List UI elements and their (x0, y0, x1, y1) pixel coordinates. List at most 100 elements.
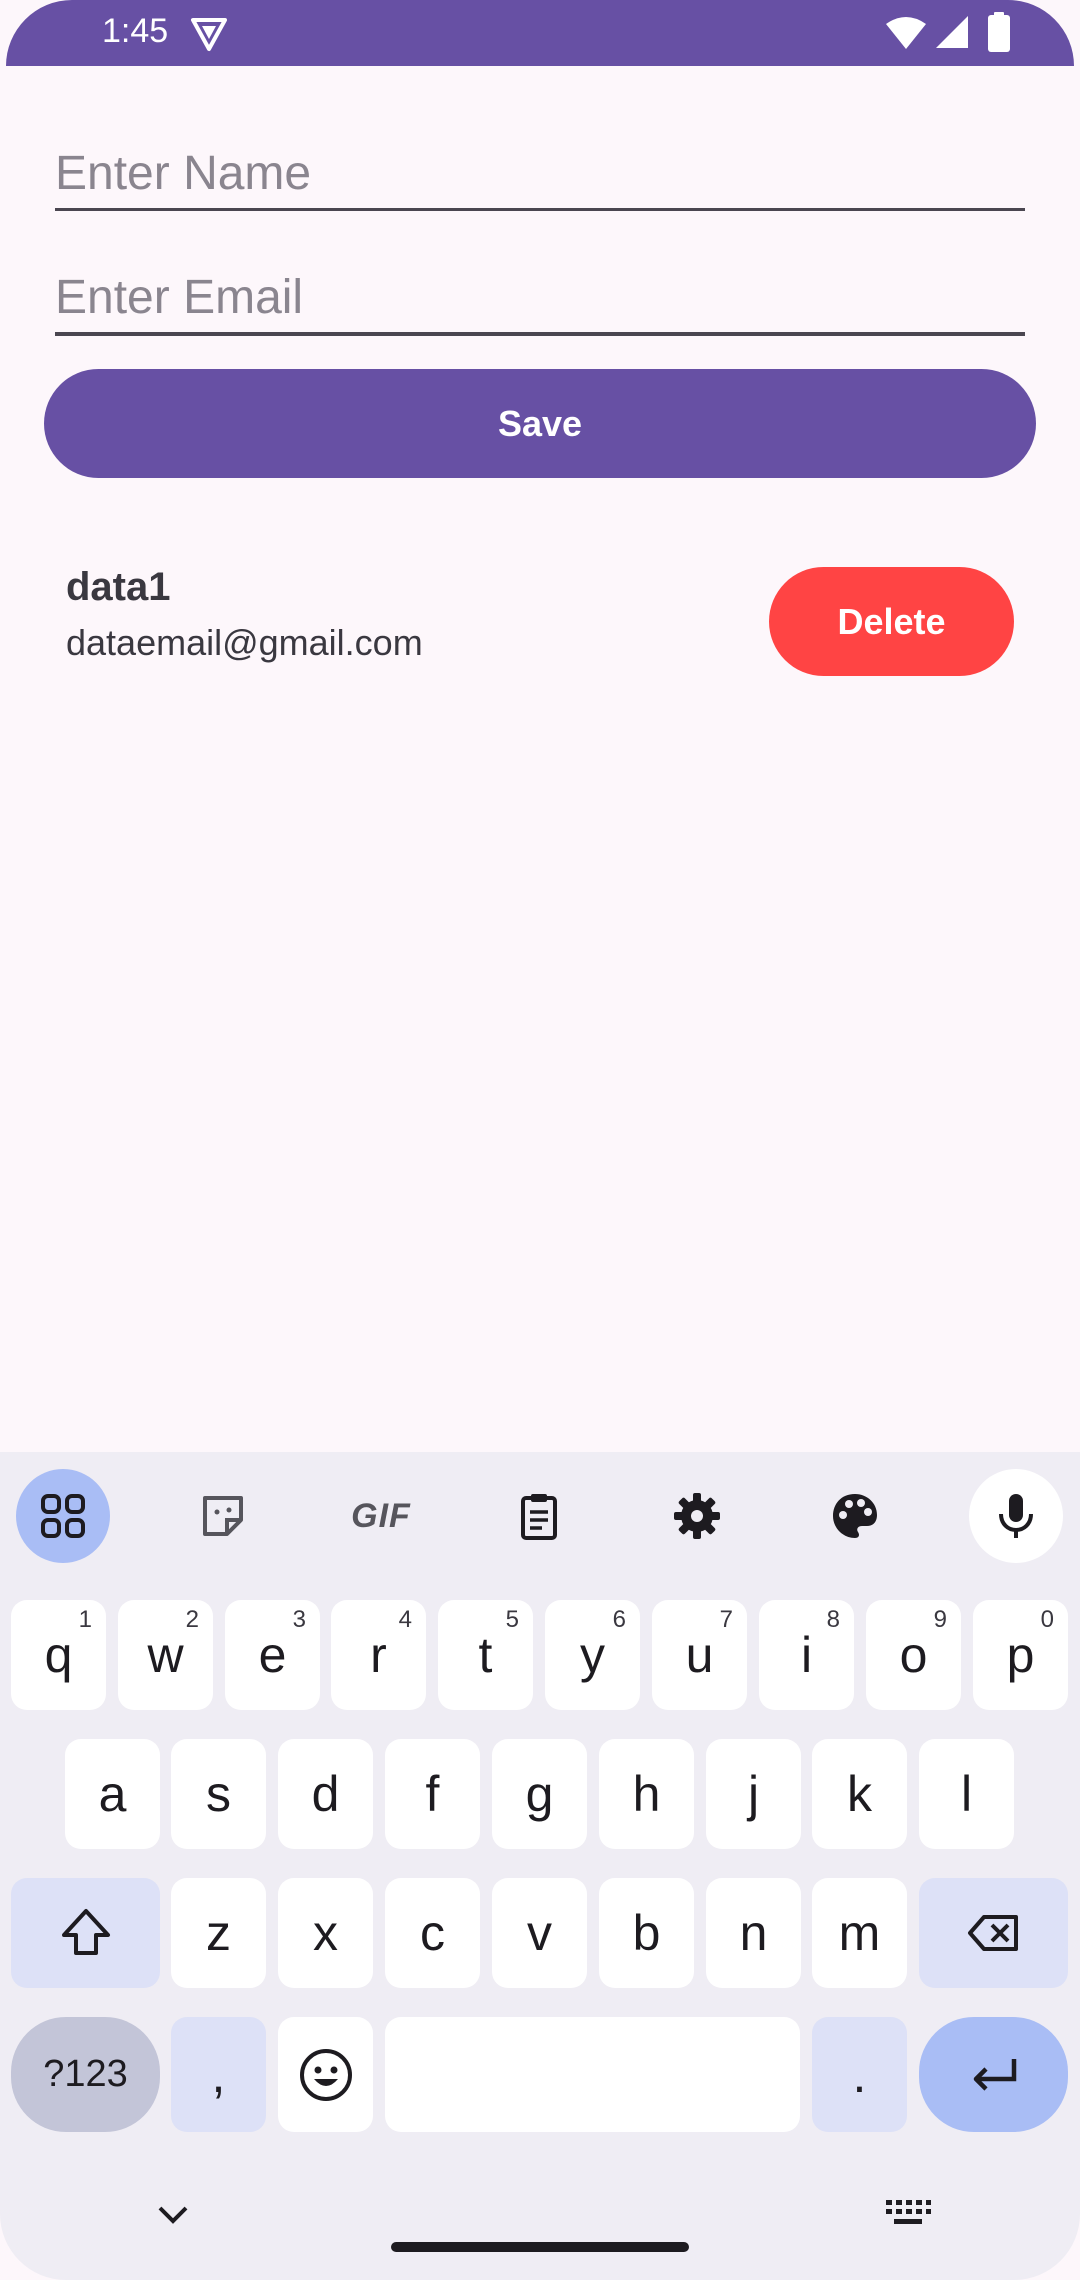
key-label: e (258, 1627, 287, 1683)
key-hint: 0 (1040, 1606, 1054, 1633)
key-e[interactable]: e3 (225, 1600, 320, 1710)
navigation-bar (0, 2150, 1080, 2280)
email-input[interactable] (55, 262, 1025, 332)
key-n[interactable]: n (706, 1878, 801, 1988)
emoji-key[interactable] (278, 2017, 373, 2132)
save-button[interactable]: Save (44, 369, 1036, 478)
apps-grid-button[interactable] (16, 1469, 110, 1563)
key-g[interactable]: g (492, 1739, 587, 1849)
key-label: z (206, 1905, 231, 1961)
key-x[interactable]: x (278, 1878, 373, 1988)
key-label: b (632, 1905, 661, 1961)
key-b[interactable]: b (599, 1878, 694, 1988)
key-f[interactable]: f (385, 1739, 480, 1849)
key-label: i (800, 1627, 813, 1683)
symbols-key[interactable]: ?123 (11, 2017, 160, 2132)
backspace-key[interactable] (919, 1878, 1068, 1988)
key-label: g (525, 1766, 554, 1822)
apps-grid-icon (41, 1494, 85, 1538)
enter-key[interactable] (919, 2017, 1068, 2132)
status-bar: 1:45 (6, 0, 1074, 66)
key-hint: 2 (185, 1606, 199, 1633)
key-a[interactable]: a (65, 1739, 160, 1849)
key-label: p (1006, 1627, 1035, 1683)
name-field[interactable] (55, 138, 1025, 211)
key-c[interactable]: c (385, 1878, 480, 1988)
key-label: l (960, 1766, 973, 1822)
key-hint: 5 (505, 1606, 519, 1633)
backspace-icon (967, 1915, 1018, 1951)
list-item: data1 dataemail@gmail.com Delete (0, 540, 1080, 700)
microphone-icon (999, 1494, 1033, 1538)
email-field[interactable] (55, 262, 1025, 336)
key-label: h (632, 1766, 661, 1822)
status-time: 1:45 (102, 12, 169, 50)
key-l[interactable]: l (919, 1739, 1014, 1849)
key-label: j (747, 1766, 760, 1822)
key-j[interactable]: j (706, 1739, 801, 1849)
shift-key[interactable] (11, 1878, 160, 1988)
key-q[interactable]: q1 (11, 1600, 106, 1710)
sticker-icon (203, 1496, 243, 1536)
key-z[interactable]: z (171, 1878, 266, 1988)
delete-button[interactable]: Delete (769, 567, 1014, 676)
key-label: c (420, 1905, 445, 1961)
key-u[interactable]: u7 (652, 1600, 747, 1710)
key-label: . (852, 2046, 867, 2103)
palette-icon (833, 1494, 877, 1538)
key-p[interactable]: p0 (973, 1600, 1068, 1710)
key-y[interactable]: y6 (545, 1600, 640, 1710)
key-k[interactable]: k (812, 1739, 907, 1849)
keyboard-icon[interactable] (884, 2198, 932, 2232)
key-s[interactable]: s (171, 1739, 266, 1849)
emoji-icon (299, 2048, 352, 2101)
period-key[interactable]: . (812, 2017, 907, 2132)
key-label: k (847, 1766, 872, 1822)
key-t[interactable]: t5 (438, 1600, 533, 1710)
chevron-down-icon[interactable] (150, 2200, 196, 2230)
home-handle[interactable] (391, 2242, 689, 2252)
key-hint: 7 (719, 1606, 733, 1633)
sticker-button[interactable] (176, 1469, 270, 1563)
key-i[interactable]: i8 (759, 1600, 854, 1710)
key-m[interactable]: m (812, 1878, 907, 1988)
key-label: x (313, 1905, 338, 1961)
theme-button[interactable] (808, 1469, 902, 1563)
keyboard-toolbar: GIF (0, 1452, 1080, 1582)
clipboard-button[interactable] (492, 1469, 586, 1563)
key-hint: 1 (78, 1606, 92, 1633)
space-key[interactable] (385, 2017, 800, 2132)
key-v[interactable]: v (492, 1878, 587, 1988)
wifi-icon (886, 17, 926, 49)
key-hint: 9 (933, 1606, 947, 1633)
name-input[interactable] (55, 138, 1025, 208)
name-underline (55, 208, 1025, 211)
comma-key[interactable]: , (171, 2017, 266, 2132)
voice-input-button[interactable] (969, 1469, 1063, 1563)
key-w[interactable]: w2 (118, 1600, 213, 1710)
key-h[interactable]: h (599, 1739, 694, 1849)
key-label: t (478, 1627, 493, 1683)
key-hint: 4 (398, 1606, 412, 1633)
key-label: n (739, 1905, 768, 1961)
battery-icon (988, 12, 1010, 52)
gif-button[interactable]: GIF (334, 1469, 428, 1563)
key-o[interactable]: o9 (866, 1600, 961, 1710)
clipboard-icon (521, 1494, 557, 1540)
shift-icon (61, 1909, 110, 1955)
key-label: u (685, 1627, 714, 1683)
enter-icon (973, 2058, 1016, 2091)
settings-button[interactable] (650, 1469, 744, 1563)
key-d[interactable]: d (278, 1739, 373, 1849)
key-label: w (147, 1627, 184, 1683)
key-label: , (211, 2046, 226, 2103)
item-name: data1 (66, 565, 171, 609)
key-label: ?123 (43, 2053, 128, 2095)
email-underline (55, 332, 1025, 336)
key-label: d (311, 1766, 340, 1822)
item-email: dataemail@gmail.com (66, 622, 423, 663)
gif-label: GIF (351, 1496, 411, 1535)
key-label: f (425, 1766, 440, 1822)
key-hint: 6 (612, 1606, 626, 1633)
key-r[interactable]: r4 (331, 1600, 426, 1710)
